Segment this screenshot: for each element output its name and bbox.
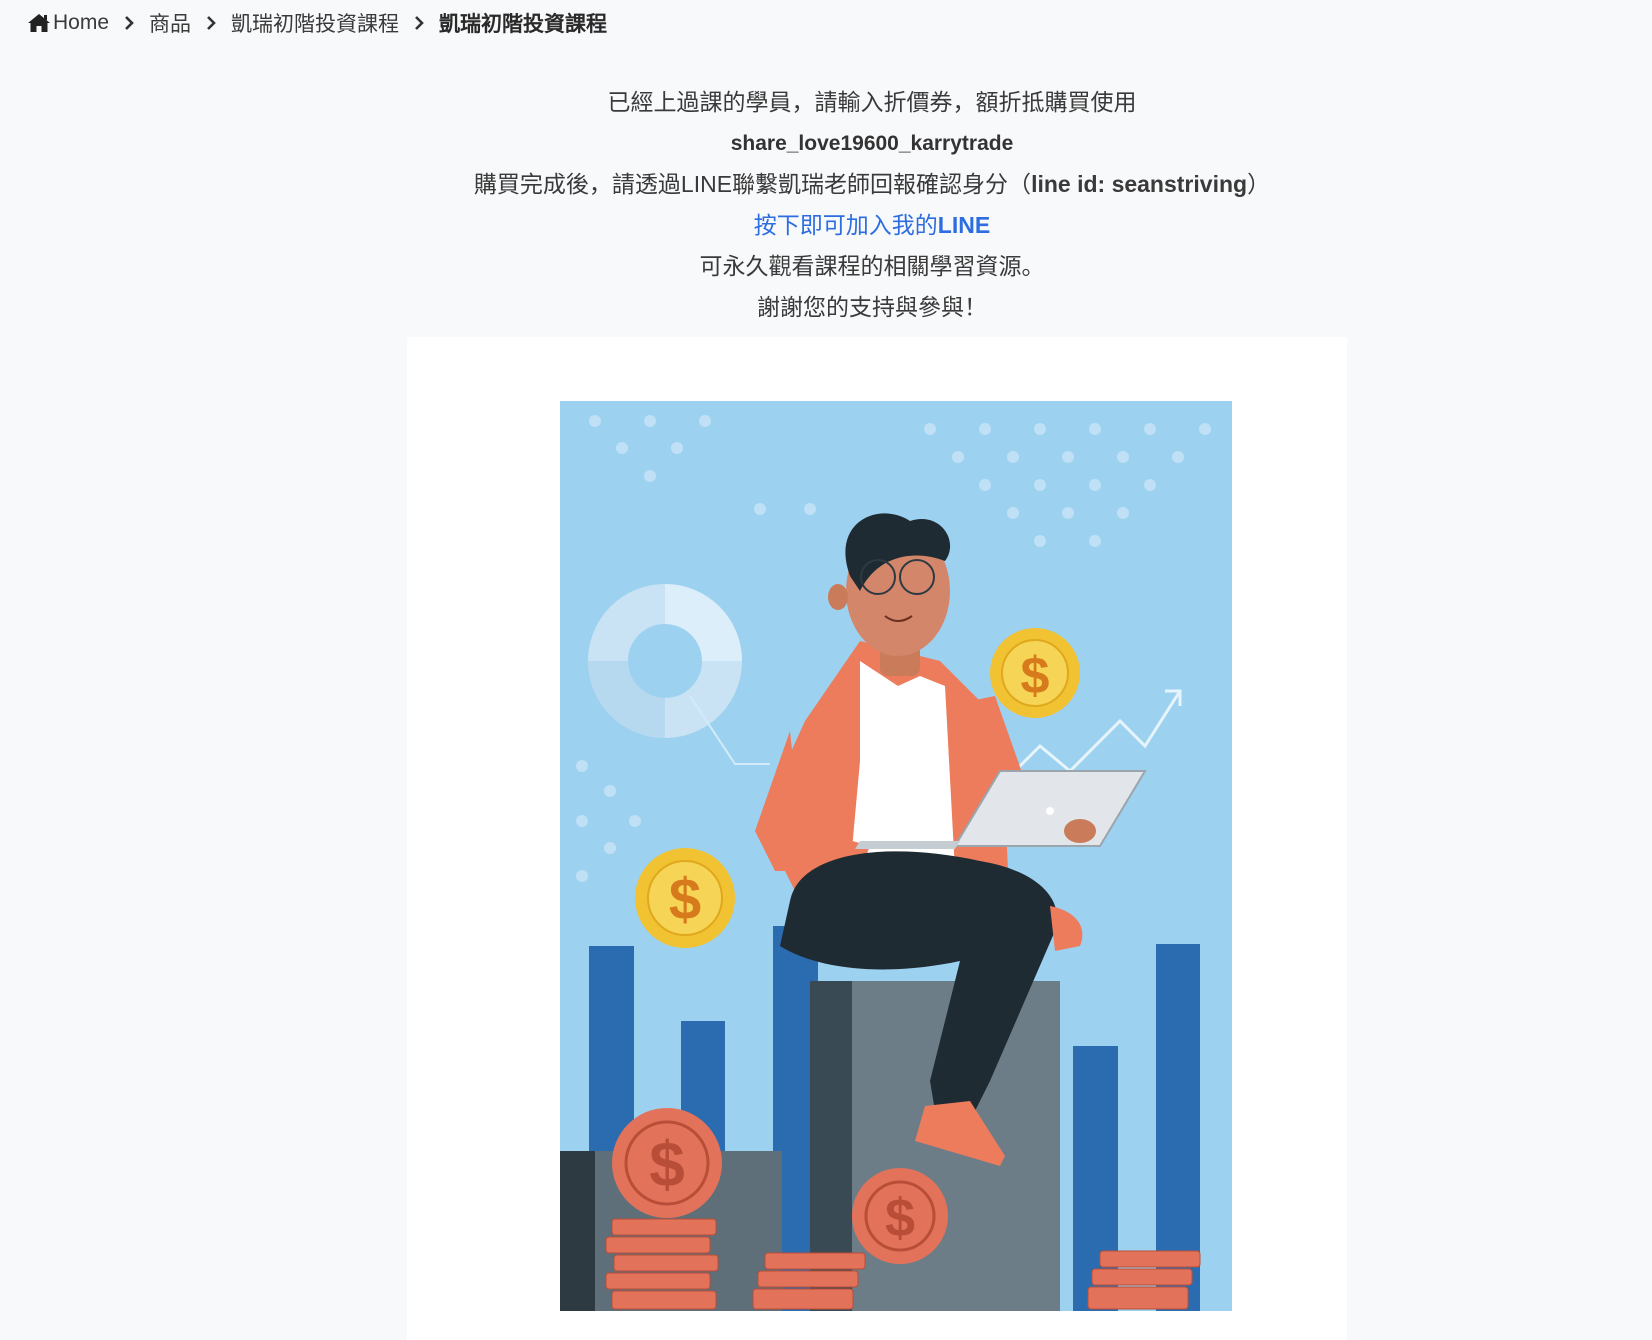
svg-text:$: $: [885, 1188, 915, 1248]
add-line-link-emphasis: LINE: [937, 212, 991, 238]
coupon-code: share_love19600_karrytrade: [730, 132, 1014, 155]
coin-icon: $: [852, 1168, 948, 1264]
lifetime-access-note: 可永久觀看課程的相關學習資源。: [699, 253, 1045, 279]
thank-you-note: 謝謝您的支持與參與！: [757, 294, 987, 320]
breadcrumb-products[interactable]: 商品: [149, 8, 191, 38]
add-line-link[interactable]: 按下即可加入我的LINE: [754, 212, 990, 238]
person-laptop-coins-illustration: $ $ $ $: [560, 401, 1232, 1311]
coin-icon: $: [990, 628, 1080, 718]
breadcrumb: Home 商品 凱瑞初階投資課程 凱瑞初階投資課程: [27, 6, 607, 40]
coin-icon: $: [635, 848, 735, 948]
home-icon: [28, 14, 50, 32]
breadcrumb-course[interactable]: 凱瑞初階投資課程: [231, 8, 399, 38]
contact-instructions: 購買完成後，請透過LINE聯繫凱瑞老師回報確認身分（line id: seans…: [0, 164, 1652, 205]
contact-close: ）: [1247, 171, 1271, 197]
svg-text:$: $: [649, 1128, 685, 1200]
breadcrumb-home[interactable]: Home: [27, 11, 109, 35]
contact-text: 購買完成後，請透過LINE聯繫凱瑞老師回報確認身分（: [473, 171, 1032, 197]
add-line-link-text: 按下即可加入我的: [753, 212, 938, 238]
breadcrumb-current: 凱瑞初階投資課程: [439, 13, 608, 36]
chevron-right-icon: [109, 16, 149, 30]
line-id: line id: seanstriving: [1031, 171, 1248, 197]
chevron-right-icon: [399, 16, 439, 30]
chevron-right-icon: [191, 16, 231, 30]
breadcrumb-home-label: Home: [53, 11, 110, 34]
coin-icon: $: [612, 1108, 722, 1218]
svg-text:$: $: [669, 867, 701, 932]
coupon-notice: 已經上過課的學員，請輸入折價券，額折抵購買使用: [607, 89, 1137, 115]
course-image-card: $ $ $ $: [407, 337, 1347, 1340]
purchase-instructions: 已經上過課的學員，請輸入折價券，額折抵購買使用 share_love19600_…: [0, 82, 1652, 328]
svg-text:$: $: [1021, 647, 1050, 705]
